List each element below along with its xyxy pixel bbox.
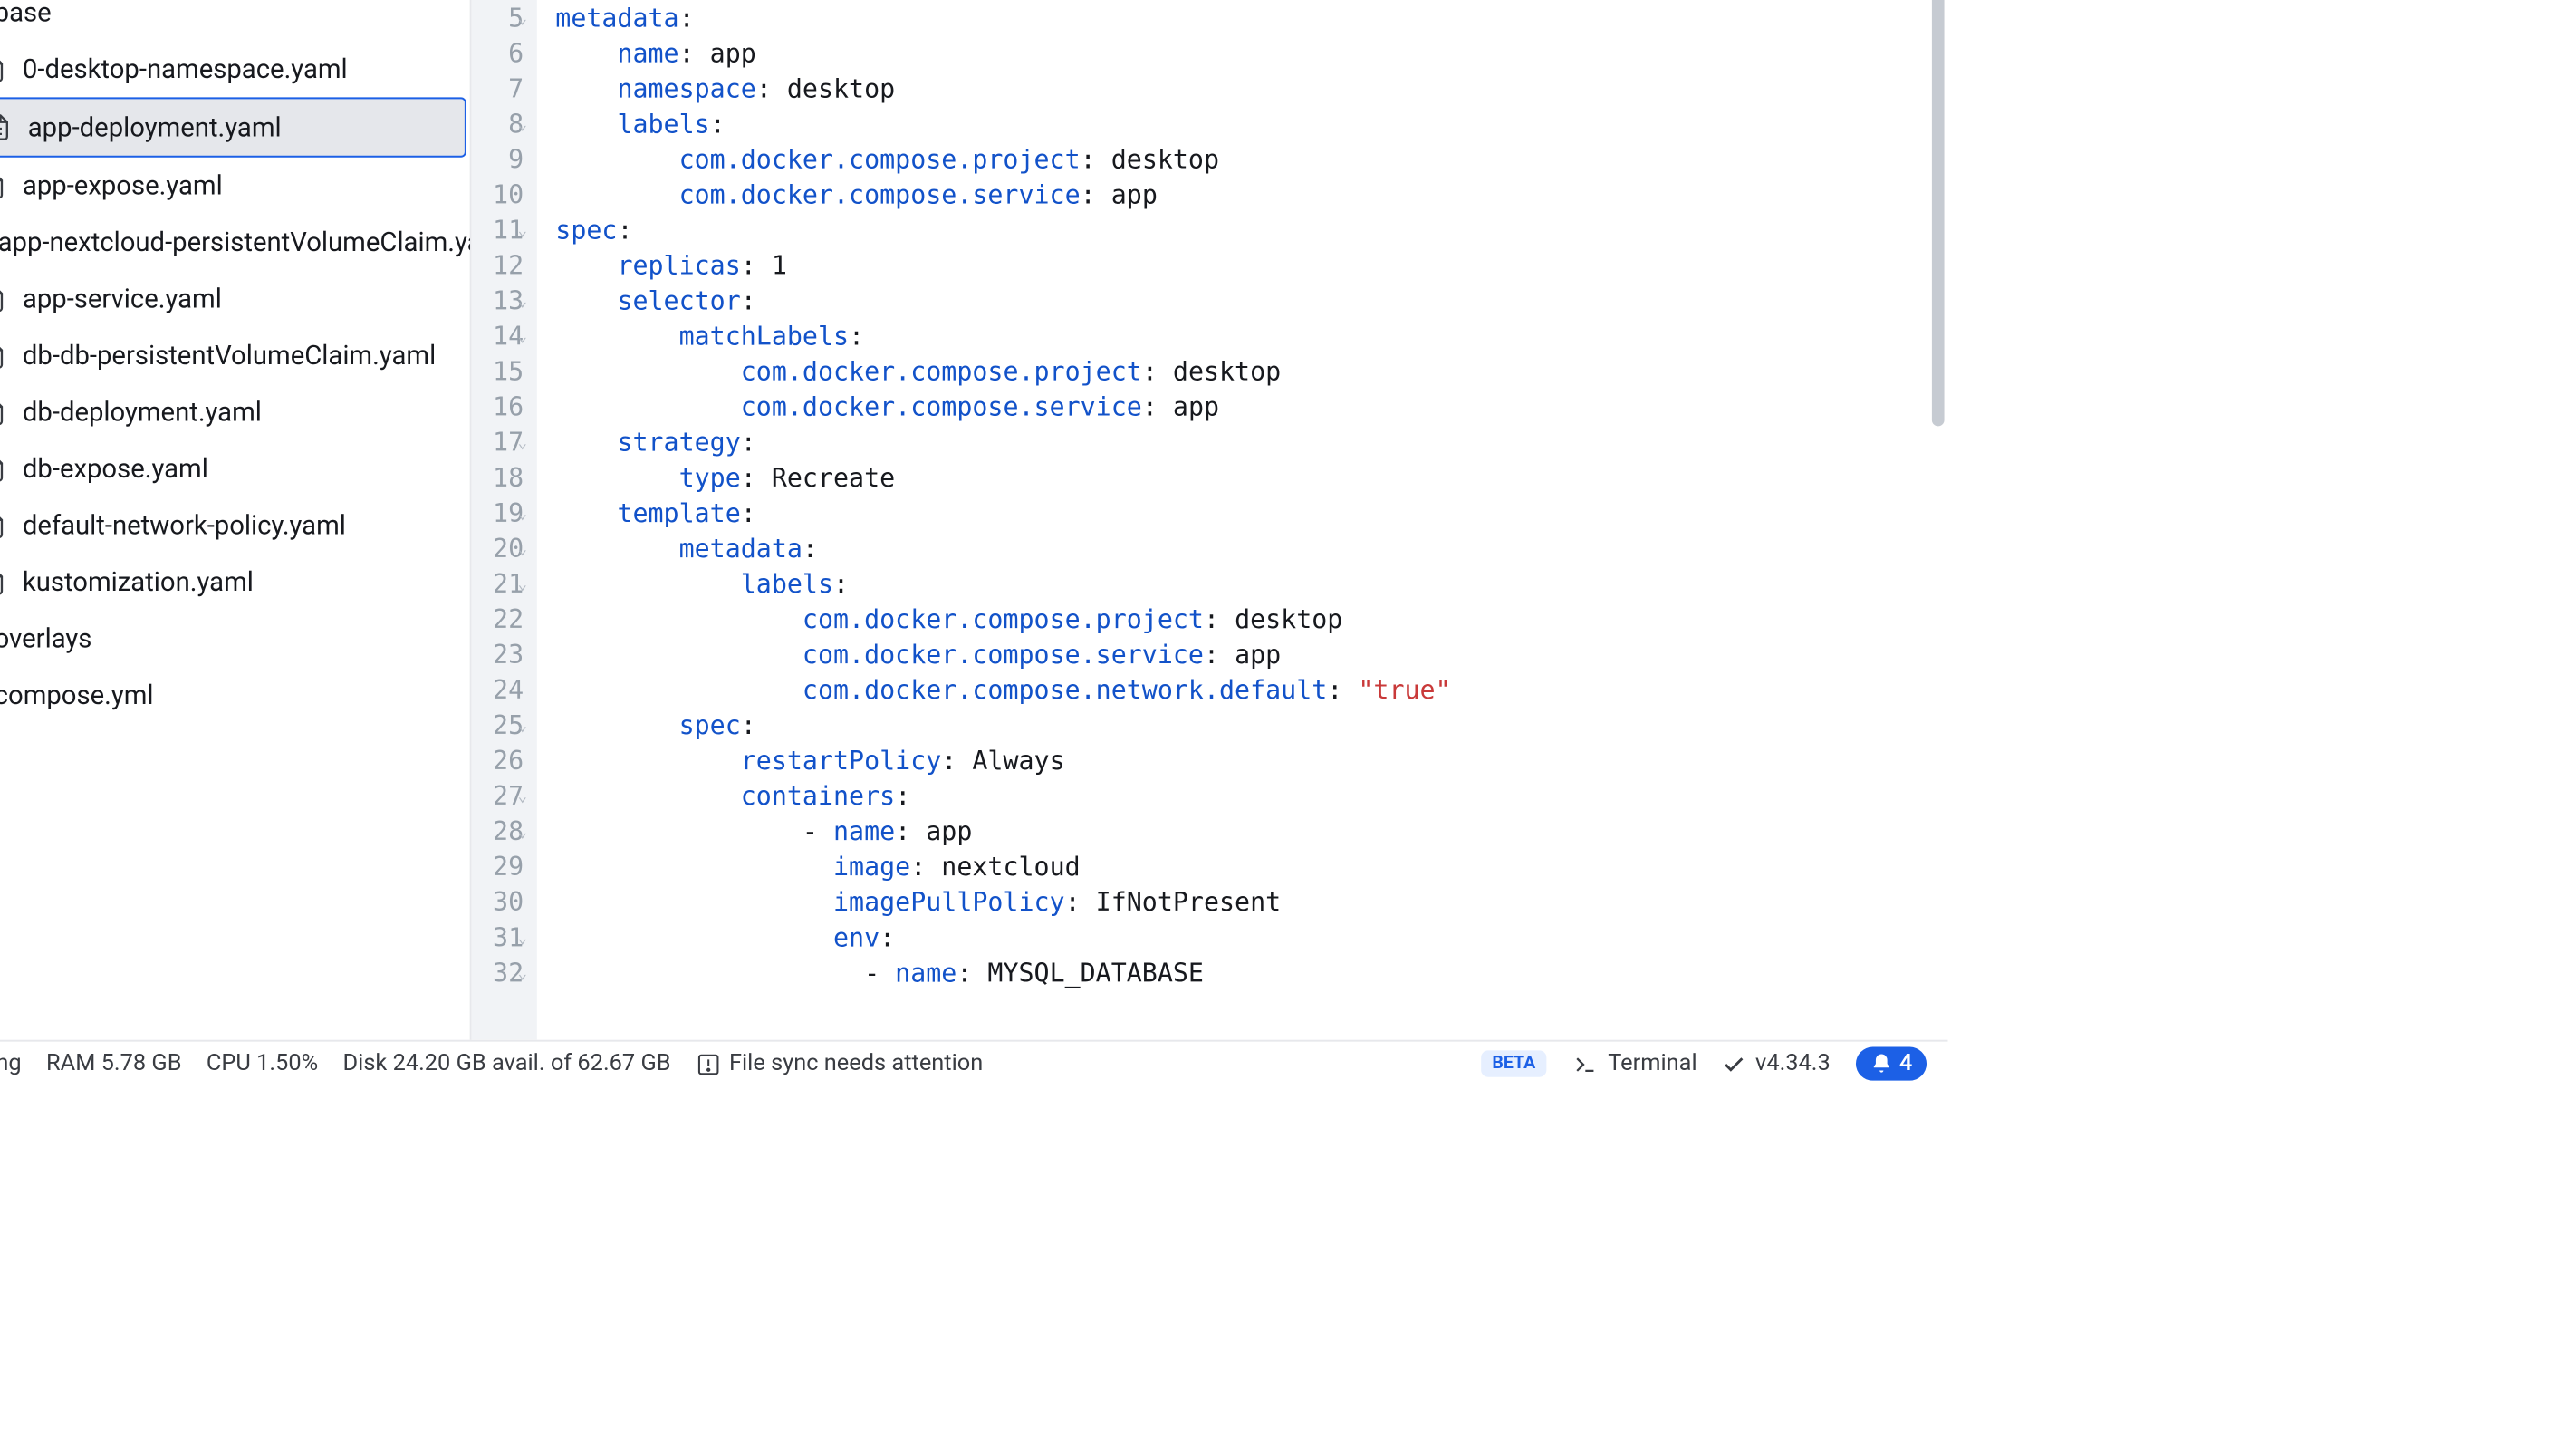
cpu-status: CPU 1.50% xyxy=(207,1050,318,1076)
terminal-button[interactable]: Terminal xyxy=(1571,1050,1697,1076)
ram-status: RAM 5.78 GB xyxy=(46,1050,182,1076)
k8s-status[interactable]: Kubernetes running xyxy=(0,1050,22,1076)
file-item[interactable]: default-network-policy.yaml xyxy=(0,497,470,553)
line-gutter: 12345⌄678⌄91011⌄1213⌄14⌄151617⌄1819⌄20⌄2… xyxy=(472,0,538,1040)
filesync-status[interactable]: File sync needs attention xyxy=(696,1050,983,1076)
warning-icon xyxy=(696,1051,720,1075)
file-item[interactable]: db-db-persistentVolumeClaim.yaml xyxy=(0,327,470,383)
file-item[interactable]: db-expose.yaml xyxy=(0,440,470,497)
folder-overlays[interactable]: ▸overlays xyxy=(0,610,470,666)
file-item[interactable]: 0-desktop-namespace.yaml xyxy=(0,41,470,97)
file-item[interactable]: db-deployment.yaml xyxy=(0,384,470,440)
version-status[interactable]: v4.34.3 xyxy=(1722,1050,1831,1076)
code-editor[interactable]: 12345⌄678⌄91011⌄1213⌄14⌄151617⌄1819⌄20⌄2… xyxy=(472,0,1948,1040)
check-icon xyxy=(1722,1051,1746,1075)
terminal-icon xyxy=(1571,1051,1599,1075)
file-item[interactable]: kustomization.yaml xyxy=(0,554,470,610)
disk-status: Disk 24.20 GB avail. of 62.67 GB xyxy=(343,1050,671,1076)
beta-badge: BETA xyxy=(1482,1050,1546,1076)
file-item[interactable]: app-service.yaml xyxy=(0,271,470,327)
file-item[interactable]: app-nextcloud-persistentVolumeClaim.yaml xyxy=(0,214,470,270)
folder-base[interactable]: ▾base xyxy=(0,0,470,41)
editor-scrollbar[interactable] xyxy=(1930,0,1948,1040)
file-item[interactable]: app-expose.yaml xyxy=(0,158,470,214)
code-content[interactable]: #! app-deployment.yaml# Generated code, … xyxy=(538,0,1930,1040)
bell-icon xyxy=(1870,1052,1892,1075)
file-item-selected[interactable]: app-deployment.yaml xyxy=(0,97,466,157)
notifications-button[interactable]: 4 xyxy=(1855,1047,1927,1081)
file-tree: ▾Desktop ▾bridge ▾base 0-desktop-namespa… xyxy=(0,0,472,1040)
status-bar: Engine running ▶ ⏸ ⏻ ⋮ Kubernetes runnin… xyxy=(0,1040,1947,1086)
file-item[interactable]: compose.yml xyxy=(0,667,470,723)
